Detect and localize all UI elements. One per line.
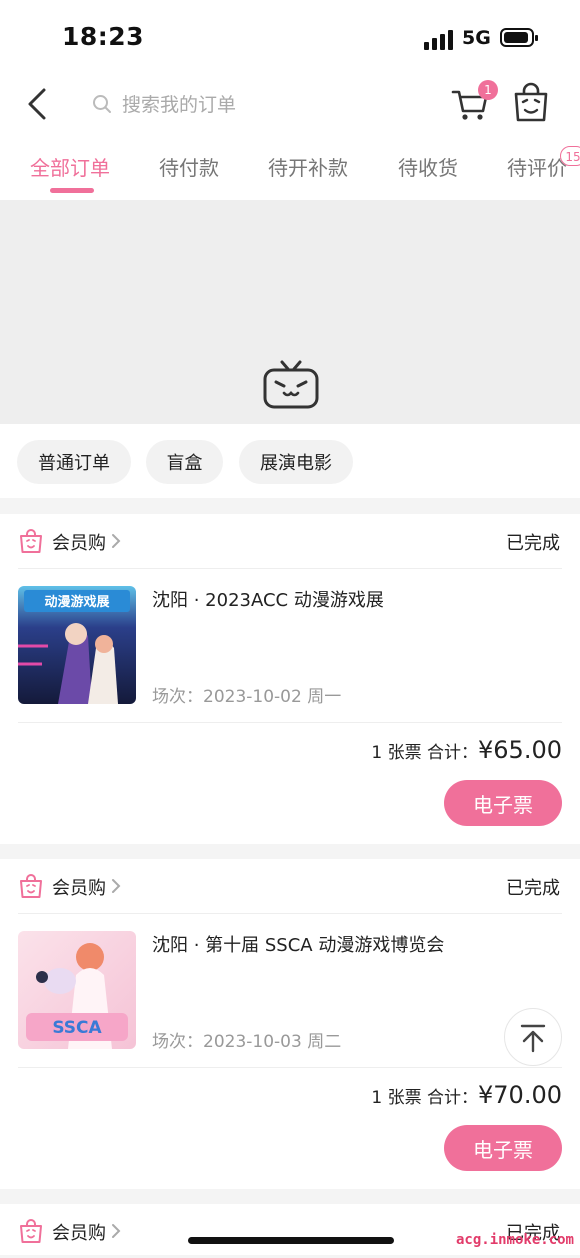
search-bar[interactable] bbox=[92, 86, 422, 122]
order-card[interactable]: 会员购 已完成 动漫游戏展 沈阳 · 2023ACC 动漫游戏展 场次：2023… bbox=[0, 514, 580, 844]
order-total-amount: ¥70.00 bbox=[478, 1081, 562, 1109]
e-ticket-button[interactable]: 电子票 bbox=[444, 780, 562, 826]
order-card-header: 会员购 已完成 bbox=[18, 1204, 562, 1258]
divider bbox=[18, 1067, 562, 1068]
filter-chip-show-film[interactable]: 展演电影 bbox=[239, 440, 353, 484]
order-card[interactable]: 会员购 已完成 SSCA 沈阳 · 第十届 SSCA 动漫游戏博览会 场次：20… bbox=[0, 859, 580, 1189]
tab-pending-payment[interactable]: 待付款 bbox=[159, 152, 219, 181]
shopping-bag-icon[interactable] bbox=[510, 82, 552, 124]
order-card-header: 会员购 已完成 bbox=[18, 514, 562, 569]
chevron-right-icon[interactable] bbox=[110, 531, 122, 551]
thumbnail-caption: SSCA bbox=[52, 1018, 102, 1038]
active-tab-indicator bbox=[50, 188, 94, 193]
battery-icon bbox=[500, 28, 538, 47]
tab-pending-review[interactable]: 待评价 bbox=[507, 152, 567, 181]
event-title[interactable]: 沈阳 · 第十届 SSCA 动漫游戏博览会 bbox=[152, 931, 444, 957]
search-icon bbox=[93, 95, 111, 113]
shop-name[interactable]: 会员购 bbox=[52, 874, 106, 900]
event-thumbnail[interactable]: 动漫游戏展 bbox=[18, 586, 136, 704]
shop-name[interactable]: 会员购 bbox=[52, 1219, 106, 1245]
event-session: 场次：2023-10-03 周二 bbox=[152, 1032, 342, 1052]
order-total-amount: ¥65.00 bbox=[478, 736, 562, 764]
ticket-quantity-total-label: 1 张票 合计： bbox=[371, 1088, 479, 1108]
tab-pending-receipt[interactable]: 待收货 bbox=[398, 152, 458, 181]
filter-chip-blindbox[interactable]: 盲盒 bbox=[146, 440, 223, 484]
order-card-header: 会员购 已完成 bbox=[18, 859, 562, 914]
cart-badge: 1 bbox=[478, 80, 498, 100]
back-arrow-icon[interactable] bbox=[24, 86, 54, 122]
shop-bag-icon bbox=[20, 874, 42, 898]
review-count-badge: 15 bbox=[560, 146, 580, 166]
e-ticket-button[interactable]: 电子票 bbox=[444, 1125, 562, 1171]
event-thumbnail[interactable]: SSCA bbox=[18, 931, 136, 1049]
shop-name[interactable]: 会员购 bbox=[52, 529, 106, 555]
divider bbox=[18, 722, 562, 723]
order-status: 已完成 bbox=[506, 533, 560, 554]
shop-bag-icon bbox=[20, 529, 42, 553]
shop-bag-icon bbox=[20, 1219, 42, 1243]
price-summary: 1 张票 合计：¥65.00 bbox=[371, 736, 562, 764]
search-input[interactable] bbox=[120, 88, 414, 122]
filter-chip-normal[interactable]: 普通订单 bbox=[17, 440, 131, 484]
price-summary: 1 张票 合计：¥70.00 bbox=[371, 1081, 562, 1109]
chevron-right-icon[interactable] bbox=[110, 876, 122, 896]
network-label: 5G bbox=[462, 27, 491, 49]
thumbnail-caption: 动漫游戏展 bbox=[44, 594, 110, 610]
chevron-right-icon[interactable] bbox=[110, 1221, 122, 1241]
tab-all-orders[interactable]: 全部订单 bbox=[30, 152, 110, 181]
back-to-top-button[interactable] bbox=[504, 1008, 562, 1066]
tab-pending-supplement[interactable]: 待开补款 bbox=[268, 152, 348, 181]
event-title[interactable]: 沈阳 · 2023ACC 动漫游戏展 bbox=[152, 586, 384, 612]
watermark-text: acg.inmoke.com bbox=[455, 1232, 574, 1248]
status-time: 18:23 bbox=[62, 22, 145, 51]
order-status: 已完成 bbox=[506, 878, 560, 899]
arrow-up-icon bbox=[520, 1024, 546, 1053]
signal-icon bbox=[424, 30, 454, 50]
event-session: 场次：2023-10-02 周一 bbox=[152, 687, 342, 707]
home-indicator bbox=[188, 1237, 394, 1244]
ticket-quantity-total-label: 1 张票 合计： bbox=[371, 743, 479, 763]
bilibili-tv-icon bbox=[263, 360, 319, 409]
